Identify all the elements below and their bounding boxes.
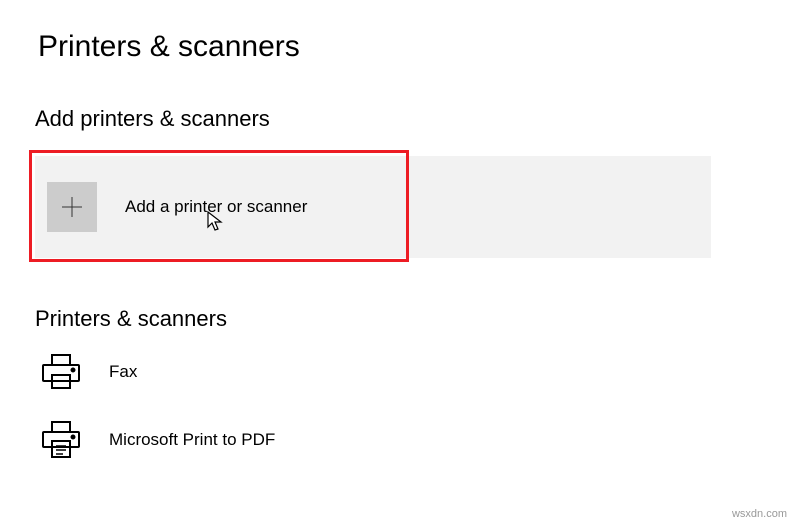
device-item-print-to-pdf[interactable]: Microsoft Print to PDF — [0, 394, 797, 462]
add-printer-label: Add a printer or scanner — [125, 197, 307, 217]
printer-icon — [39, 350, 83, 394]
plus-icon — [47, 182, 97, 232]
page-title: Printers & scanners — [0, 0, 797, 64]
add-printer-container: Add a printer or scanner — [35, 156, 711, 258]
device-label: Microsoft Print to PDF — [109, 430, 275, 450]
add-printer-button[interactable]: Add a printer or scanner — [35, 156, 711, 258]
device-label: Fax — [109, 362, 137, 382]
device-item-fax[interactable]: Fax — [0, 332, 797, 394]
printers-section-title: Printers & scanners — [0, 258, 797, 332]
add-section-title: Add printers & scanners — [0, 64, 797, 132]
watermark: wsxdn.com — [732, 508, 787, 520]
printer-icon — [39, 418, 83, 462]
